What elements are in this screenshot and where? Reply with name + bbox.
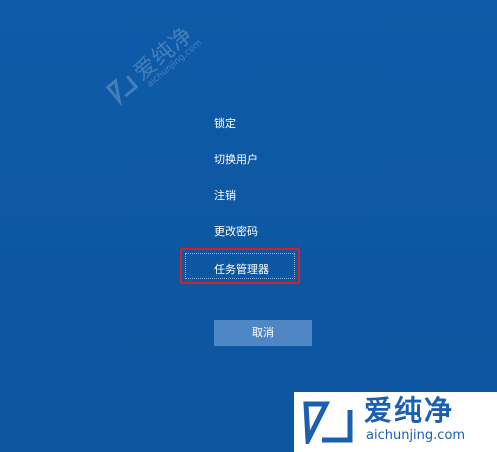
- menu-item-switch-user[interactable]: 切换用户: [214, 152, 258, 168]
- security-options-screen: 爱纯净 aichunjing.com 锁定 切换用户 注销 更改密码 任务管理器…: [0, 0, 497, 452]
- watermark-url: aichunjing.com: [366, 428, 466, 443]
- highlight-box: [180, 248, 300, 284]
- watermark-badge: 爱纯净 aichunjing.com: [294, 392, 497, 452]
- watermark-logo-icon: [303, 401, 353, 444]
- menu-item-lock[interactable]: 锁定: [214, 116, 236, 132]
- watermark-title: 爱纯净: [364, 394, 455, 427]
- menu-item-change-password[interactable]: 更改密码: [214, 224, 258, 240]
- cancel-button[interactable]: 取消: [214, 320, 312, 346]
- menu-item-sign-out[interactable]: 注销: [214, 188, 236, 204]
- watermark-top: 爱纯净 aichunjing.com: [88, 0, 225, 124]
